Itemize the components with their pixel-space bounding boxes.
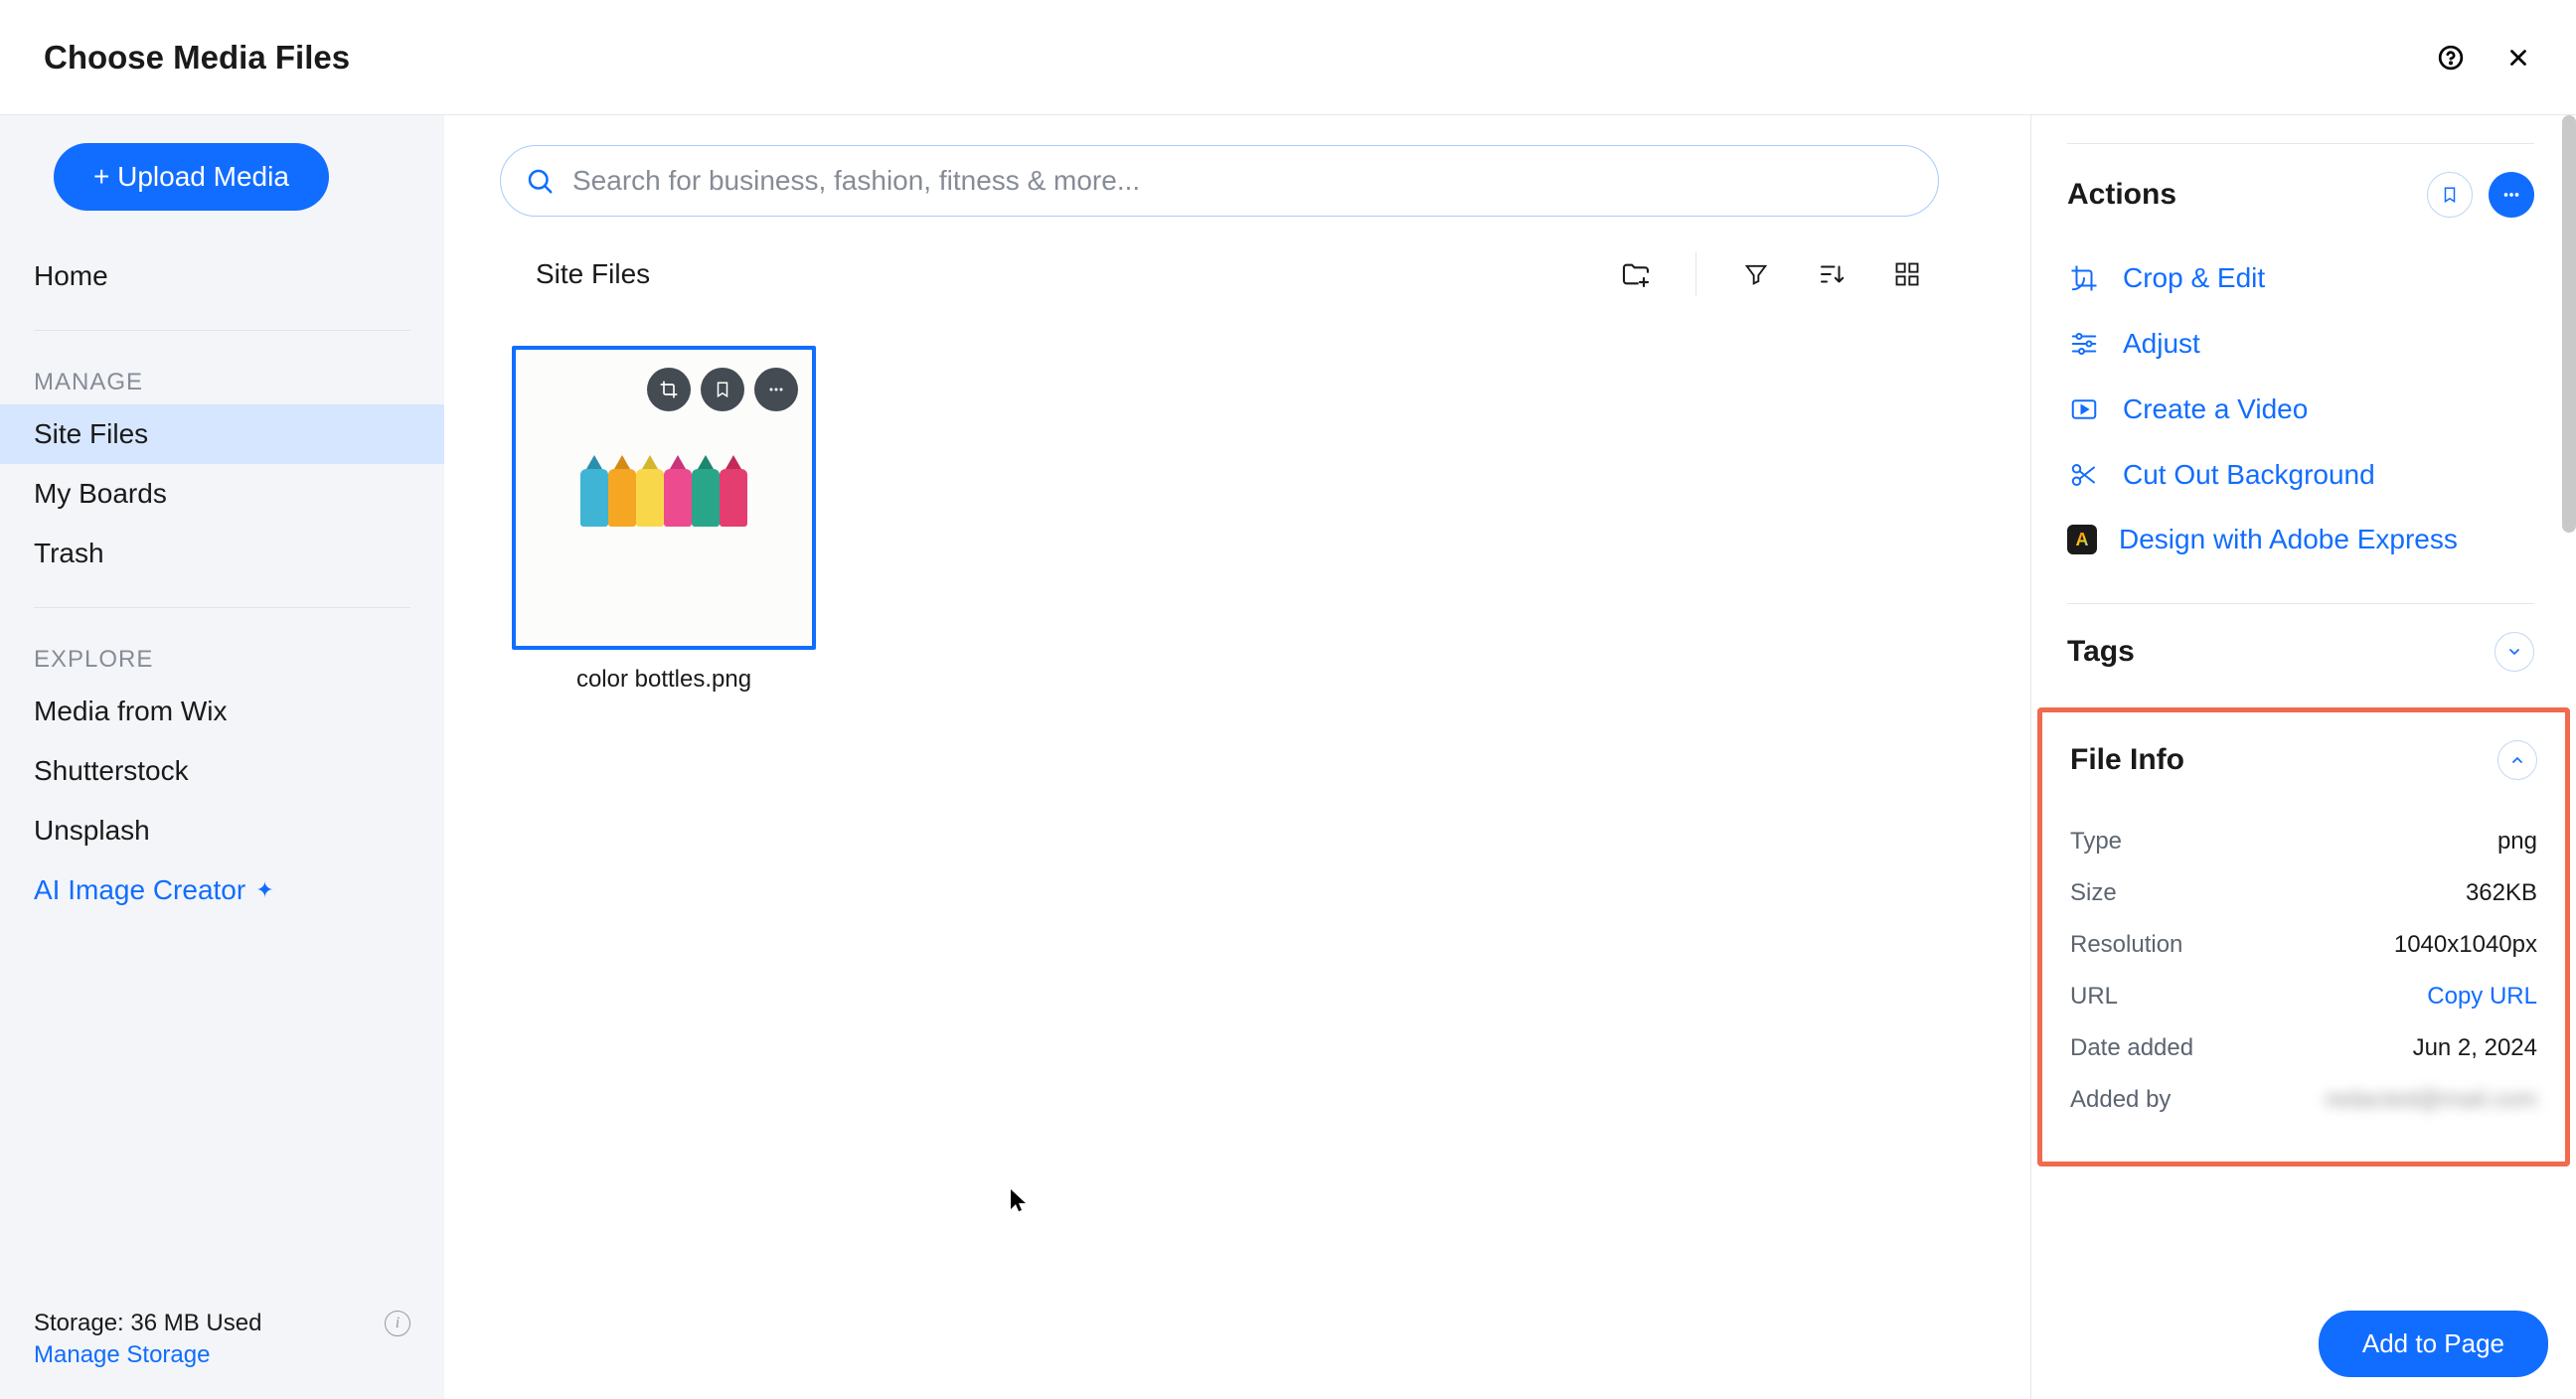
action-create-video[interactable]: Create a Video xyxy=(2067,377,2534,442)
modal-title: Choose Media Files xyxy=(44,39,350,77)
toolbar-actions xyxy=(1620,252,1923,296)
filter-icon[interactable] xyxy=(1740,258,1772,290)
label: URL xyxy=(2070,983,2118,1010)
details-panel: Actions Crop & Edit Adjust xyxy=(2030,115,2576,1399)
tags-title: Tags xyxy=(2067,635,2135,669)
file-info-url: URL Copy URL xyxy=(2070,971,2537,1022)
help-icon[interactable] xyxy=(2437,44,2465,72)
action-cut-out-background[interactable]: Cut Out Background xyxy=(2067,442,2534,508)
file-info-added-by: Added by redacted@mail.com xyxy=(2070,1074,2537,1126)
scissors-icon xyxy=(2067,458,2101,492)
more-icon[interactable] xyxy=(754,368,798,411)
copy-url-link[interactable]: Copy URL xyxy=(2427,983,2537,1010)
sort-icon[interactable] xyxy=(1816,258,1848,290)
action-label: Adjust xyxy=(2123,328,2200,360)
scrollbar[interactable] xyxy=(2562,115,2576,533)
divider xyxy=(2067,603,2534,604)
upload-media-button[interactable]: + Upload Media xyxy=(54,143,329,211)
actions-header: Actions xyxy=(2067,172,2534,218)
value: 362KB xyxy=(2466,879,2537,907)
chevron-down-icon[interactable] xyxy=(2495,632,2534,672)
nav-trash[interactable]: Trash xyxy=(0,524,444,583)
divider xyxy=(2067,143,2534,144)
nav-home[interactable]: Home xyxy=(0,246,444,306)
explore-section-label: EXPLORE xyxy=(0,632,444,682)
grid-view-icon[interactable] xyxy=(1891,258,1923,290)
nav-media-from-wix[interactable]: Media from Wix xyxy=(0,682,444,741)
action-label: Design with Adobe Express xyxy=(2119,524,2458,555)
add-to-page-button[interactable]: Add to Page xyxy=(2319,1311,2548,1377)
nav-site-files[interactable]: Site Files xyxy=(0,404,444,464)
label: Resolution xyxy=(2070,931,2182,959)
manage-storage-link[interactable]: Manage Storage xyxy=(34,1341,410,1369)
close-icon[interactable] xyxy=(2504,44,2532,72)
main-content: Site Files xyxy=(444,115,2030,1399)
nav-ai-label: AI Image Creator xyxy=(34,874,245,906)
content-toolbar: Site Files xyxy=(500,252,1939,296)
thumb-overlay-actions xyxy=(647,368,798,411)
info-icon[interactable]: i xyxy=(385,1311,410,1336)
label: Size xyxy=(2070,879,2117,907)
new-folder-icon[interactable] xyxy=(1620,258,1652,290)
nav-shutterstock[interactable]: Shutterstock xyxy=(0,741,444,801)
value: redacted@mail.com xyxy=(2325,1086,2537,1114)
modal-header: Choose Media Files xyxy=(0,0,2576,115)
nav-ai-image-creator[interactable]: AI Image Creator ✦ xyxy=(0,860,444,920)
header-controls xyxy=(2437,44,2532,72)
label: Date added xyxy=(2070,1034,2193,1062)
file-info-header: File Info xyxy=(2070,740,2537,780)
search-bar[interactable] xyxy=(500,145,1939,217)
file-info-date-added: Date added Jun 2, 2024 xyxy=(2070,1022,2537,1074)
value: Jun 2, 2024 xyxy=(2413,1034,2537,1062)
breadcrumb-current: Site Files xyxy=(536,258,650,290)
adobe-icon: A xyxy=(2067,525,2097,554)
nav-unsplash[interactable]: Unsplash xyxy=(0,801,444,860)
action-adobe-express[interactable]: A Design with Adobe Express xyxy=(2067,508,2534,571)
crop-icon xyxy=(2067,261,2101,295)
divider xyxy=(1695,252,1696,296)
label: Added by xyxy=(2070,1086,2171,1114)
video-icon xyxy=(2067,392,2101,426)
sidebar-footer: Storage: 36 MB Used i Manage Storage xyxy=(34,1310,410,1369)
sidebar: + Upload Media Home MANAGE Site Files My… xyxy=(0,115,444,1399)
media-item[interactable]: color bottles.png xyxy=(512,346,816,694)
media-grid: color bottles.png xyxy=(500,346,1991,694)
divider xyxy=(34,330,410,331)
file-info-type: Type png xyxy=(2070,816,2537,867)
chevron-up-icon[interactable] xyxy=(2497,740,2537,780)
action-label: Create a Video xyxy=(2123,393,2308,425)
nav-my-boards[interactable]: My Boards xyxy=(0,464,444,524)
media-thumbnail[interactable] xyxy=(512,346,816,650)
search-input[interactable] xyxy=(572,165,1914,197)
action-adjust[interactable]: Adjust xyxy=(2067,311,2534,377)
action-crop-edit[interactable]: Crop & Edit xyxy=(2067,245,2534,311)
value: 1040x1040px xyxy=(2394,931,2537,959)
action-label: Cut Out Background xyxy=(2123,459,2375,491)
thumbnail-image xyxy=(580,469,747,527)
file-info-title: File Info xyxy=(2070,743,2184,777)
tags-header: Tags xyxy=(2067,632,2534,672)
media-filename: color bottles.png xyxy=(576,666,751,694)
action-label: Crop & Edit xyxy=(2123,262,2265,294)
file-info-resolution: Resolution 1040x1040px xyxy=(2070,919,2537,971)
storage-text: Storage: 36 MB Used xyxy=(34,1310,261,1337)
label: Type xyxy=(2070,828,2122,855)
bookmark-icon[interactable] xyxy=(2427,172,2473,218)
bookmark-icon[interactable] xyxy=(701,368,744,411)
sparkle-icon: ✦ xyxy=(255,877,273,903)
file-info-size: Size 362KB xyxy=(2070,867,2537,919)
value: png xyxy=(2497,828,2537,855)
crop-icon[interactable] xyxy=(647,368,691,411)
more-actions-icon[interactable] xyxy=(2489,172,2534,218)
manage-section-label: MANAGE xyxy=(0,355,444,404)
actions-title: Actions xyxy=(2067,178,2176,212)
file-info-section: File Info Type png Size 362KB Resolution… xyxy=(2037,707,2570,1166)
adjust-icon xyxy=(2067,327,2101,361)
search-icon xyxy=(525,166,555,196)
divider xyxy=(34,607,410,608)
